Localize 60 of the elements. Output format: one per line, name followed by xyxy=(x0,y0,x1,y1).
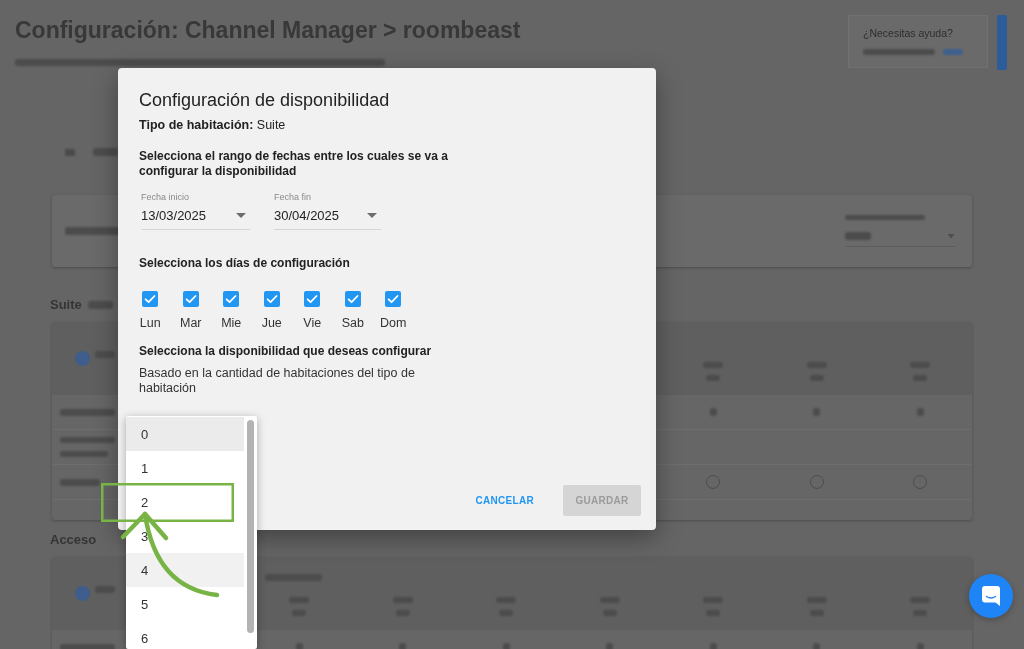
caret-icon xyxy=(367,213,377,218)
date-select[interactable]: Fecha inicio 13/03/2025 xyxy=(141,192,250,230)
section-heading: Selecciona la disponibilidad que deseas configurar xyxy=(139,344,433,359)
checkbox[interactable] xyxy=(263,291,280,307)
day-label: Vie xyxy=(303,315,322,331)
menu-option[interactable]: 4 xyxy=(126,553,244,587)
blurred-text-placeholder xyxy=(87,301,113,309)
blurred-text-placeholder xyxy=(916,643,924,649)
date-select[interactable]: Fecha fin 30/04/2025 xyxy=(274,192,381,230)
circle-icon xyxy=(75,351,90,366)
blurred-text-placeholder xyxy=(813,408,821,416)
checkbox[interactable] xyxy=(182,291,199,307)
blurred-text-placeholder xyxy=(845,232,871,240)
blurred-text-placeholder xyxy=(709,643,717,649)
menu-option[interactable]: 0 xyxy=(126,417,244,451)
blurred-text-placeholder xyxy=(60,451,108,457)
menu-option[interactable]: 3 xyxy=(126,519,244,553)
caret-icon xyxy=(236,213,246,218)
menu-option[interactable]: 6 xyxy=(126,621,244,649)
blurred-text-placeholder xyxy=(60,478,100,486)
caret-icon xyxy=(947,233,955,239)
menu-option[interactable]: 1 xyxy=(126,451,244,485)
blurred-text-placeholder xyxy=(93,148,118,156)
blurred-text-placeholder xyxy=(60,643,115,649)
checkbox[interactable] xyxy=(385,291,402,307)
section-heading: Selecciona el rango de fechas entre los cuales se va a configurar la disponibilidad xyxy=(139,149,449,179)
blurred-text-placeholder xyxy=(502,643,510,649)
blurred-text-placeholder xyxy=(813,643,821,649)
blurred-text-placeholder xyxy=(916,408,924,416)
day-label: Sab xyxy=(341,315,364,331)
circle-icon xyxy=(75,586,90,601)
day-label: Dom xyxy=(380,315,407,331)
blurred-text-placeholder xyxy=(606,643,614,649)
blurred-text-placeholder xyxy=(709,408,717,416)
dialog-title: Configuración de disponibilidad xyxy=(139,89,391,111)
day-label: Jue xyxy=(261,315,282,331)
help-title: ¿Necesitas ayuda? xyxy=(863,26,954,40)
menu-option[interactable]: 5 xyxy=(126,587,244,621)
chat-button[interactable] xyxy=(969,574,1013,618)
hint-text: Basado en la cantidad de habitaciones del tipo de habitación xyxy=(139,366,416,396)
scrollbar[interactable] xyxy=(247,420,254,633)
menu-option[interactable]: 2 xyxy=(126,485,244,519)
blurred-text-placeholder xyxy=(295,643,303,649)
checkbox[interactable] xyxy=(304,291,321,307)
checkbox[interactable] xyxy=(223,291,240,307)
blurred-text-placeholder xyxy=(863,49,935,55)
blurred-text-placeholder xyxy=(65,227,120,235)
checkbox[interactable] xyxy=(142,291,159,307)
blurred-text-placeholder xyxy=(60,408,115,416)
room-type-text: Tipo de habitación: Suite xyxy=(139,117,287,133)
checkbox[interactable] xyxy=(344,291,361,307)
blurred-text-placeholder xyxy=(60,437,115,443)
chat-bubble-icon xyxy=(982,586,1000,606)
day-label: Lun xyxy=(139,315,161,331)
day-label: Mie xyxy=(221,315,242,331)
select-field[interactable] xyxy=(845,215,955,247)
blurred-text-placeholder xyxy=(399,643,407,649)
day-label: Mar xyxy=(180,315,202,331)
blurred-text-placeholder xyxy=(95,351,115,358)
section-heading: Selecciona los días de configuración xyxy=(139,256,351,271)
